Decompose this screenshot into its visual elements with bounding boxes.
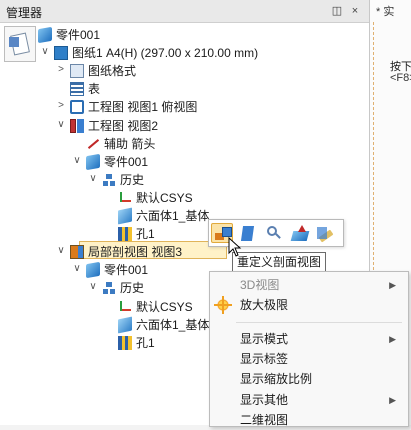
submenu-arrow-icon: ▶ [389,333,396,344]
mouse-cursor-icon [228,236,242,257]
hexahedron-icon [118,316,132,334]
menu-item-label: 显示标签 [240,351,289,366]
tree-item[interactable]: 工程图 视图2 [70,116,158,134]
menu-item[interactable]: 二维视图 [210,410,408,430]
menu-item-label: 3D视图 [240,278,280,292]
csys-icon [118,191,132,205]
hole-icon [118,335,132,350]
tree-item-label: 辅助 箭头 [104,136,156,151]
part-icon [38,26,52,44]
tree-expander[interactable]: > [56,61,66,79]
part-icon [86,153,100,171]
tree-item[interactable]: 孔1 [118,333,155,351]
tree-item[interactable]: 孔1 [118,224,155,242]
menu-item[interactable]: 放大极限 [210,295,408,315]
sheet-icon [9,37,19,47]
zoom-extents-icon [214,296,232,315]
tree-item-label: 局部剖视图 视图3 [88,244,183,259]
tree-item[interactable]: 默认CSYS [118,188,193,206]
tree-item[interactable]: 六面体1_基体 [118,206,210,225]
menu-item-label: 二维视图 [240,412,289,427]
tree-item[interactable]: 图纸1 A4(H) (297.00 x 210.00 mm) [54,43,258,61]
tree-item[interactable]: 辅助 箭头 [86,134,155,152]
hexahedron-icon [118,207,132,225]
tree-item[interactable]: 零件001 [38,25,101,44]
drawing-sheet-icon [54,45,68,60]
tree-item-label: 孔1 [136,226,155,241]
hint-key: <F8> [390,72,411,84]
hole-icon [118,226,132,241]
menu-item[interactable]: 显示模式 ▶ [210,329,408,349]
drawing-view-2-icon [70,118,76,133]
panel-titlebar: 管理器 ◫ × [0,0,369,23]
table-icon [70,81,84,96]
tree-item[interactable]: 局部剖视图 视图3 [70,242,182,260]
section-view-icon [70,244,84,259]
tree-item[interactable]: 历史 [102,278,144,296]
menu-item-label: 显示模式 [240,331,289,346]
tree-item[interactable]: 表 [70,79,100,97]
tree-item-label: 默认CSYS [136,299,193,314]
history-icon [102,281,116,295]
tree-item-label: 历史 [120,280,145,295]
tree-item-label: 工程图 视图2 [88,118,159,133]
tree-item[interactable]: 历史 [102,170,144,188]
view-search-button[interactable] [263,223,285,243]
tree-item-label: 工程图 视图1 俯视图 [88,99,198,114]
tree-item-label: 图纸格式 [88,63,137,78]
tree-item[interactable]: 工程图 视图1 俯视图 [70,97,197,115]
orientation-button[interactable] [289,223,311,243]
part-icon [86,261,100,279]
tree-item-label: 六面体1_基体 [136,317,210,332]
tree-expander[interactable]: ∨ [72,152,82,170]
view-frame-icon [222,227,232,237]
menu-item[interactable]: 3D视图 ▶ [210,275,408,295]
graphics-tab-title[interactable]: * 实 [376,3,394,19]
drawing-view-2-secondary-icon [77,118,84,133]
tree-item[interactable]: 图纸格式 [70,61,136,79]
close-icon[interactable]: × [348,4,362,18]
submenu-arrow-icon: ▶ [389,394,396,405]
tree-item-label: 六面体1_基体 [136,208,210,223]
menu-item[interactable]: 显示其他 ▶ [210,390,408,410]
menu-item-label: 放大极限 [240,298,289,313]
tree-expander[interactable]: > [56,97,66,115]
edit-button[interactable] [315,223,337,243]
tree-expander[interactable]: ∨ [88,170,98,188]
tree-expander[interactable]: ∨ [72,260,82,278]
auxiliary-arrow-icon [86,137,100,151]
menu-item[interactable]: 显示缩放比例 [210,369,408,389]
sheet-format-icon [70,63,84,78]
tree-expander[interactable]: ∨ [56,242,66,260]
tree-item-label: 孔1 [136,335,155,350]
tree-item[interactable]: 零件001 [86,260,149,279]
pin-icon[interactable]: ◫ [330,4,344,18]
csys-icon [118,300,132,314]
tree-item-label: 默认CSYS [136,190,193,205]
context-menu: 3D视图 ▶ 放大极限显示模式 ▶ 显示标签显示缩放比例 显示其他 ▶ 二维视图 [209,271,409,427]
tree-expander[interactable]: ∨ [40,43,50,61]
orientation-icon [290,231,310,241]
tree-item-label: 图纸1 A4(H) (297.00 x 210.00 mm) [72,45,259,60]
drawing-manager-tab[interactable] [4,26,36,62]
panel-title: 管理器 [6,6,43,20]
tree-item[interactable]: 默认CSYS [118,297,193,315]
tree-expander[interactable]: ∨ [56,116,66,134]
tree-expander[interactable]: ∨ [88,278,98,296]
menu-item[interactable]: 显示标签 [210,349,408,369]
tree-item-label: 零件001 [104,154,149,169]
tooltip: 重定义剖面视图 [232,252,327,272]
drawing-view-icon [70,99,84,114]
menu-item-label: 显示缩放比例 [240,372,313,387]
history-icon [102,173,116,187]
menu-item-label: 显示其他 [240,392,289,407]
submenu-arrow-icon: ▶ [389,280,396,290]
tree-item-label: 零件001 [104,262,149,277]
tree-item-label: 历史 [120,172,145,187]
tree-item[interactable]: 零件001 [86,152,149,171]
tree-item-label: 表 [88,81,101,96]
tree-item-label: 零件001 [56,27,101,42]
menu-separator [236,321,402,323]
tree-item[interactable]: 六面体1_基体 [118,315,210,334]
